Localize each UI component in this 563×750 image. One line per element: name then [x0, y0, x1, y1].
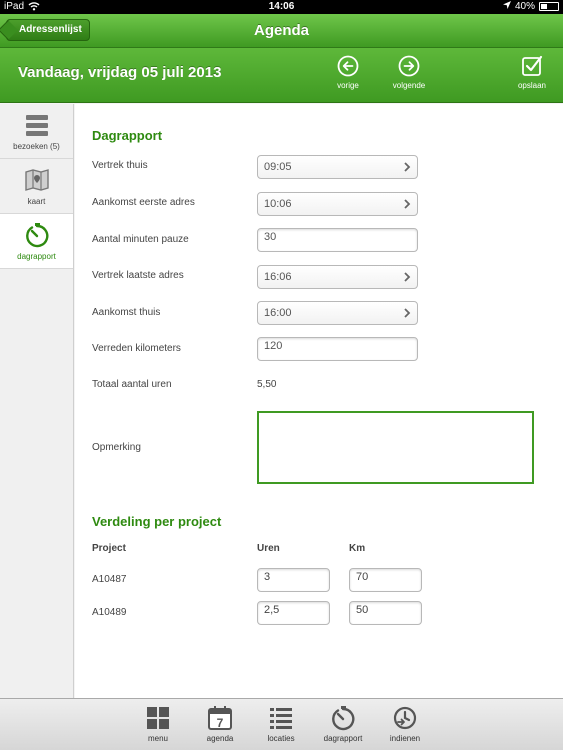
- calendar-icon: 7: [207, 705, 233, 731]
- tab-label: menu: [147, 734, 168, 743]
- vertrek-laatste-adres-picker[interactable]: 16:06: [257, 265, 418, 289]
- sidebar: bezoeken (5) kaart dagrapport: [0, 104, 74, 698]
- field-label-aankomst-eerste-adres: Aankomst eerste adres: [92, 197, 195, 208]
- project-code: A10489: [92, 607, 127, 618]
- date-toolbar: Vandaag, vrijdag 05 juli 2013 vorige vol…: [0, 48, 563, 103]
- field-label-opmerking: Opmerking: [92, 442, 141, 453]
- column-header-km: Km: [349, 543, 366, 554]
- minuten-pauze-input[interactable]: 30: [257, 228, 418, 252]
- column-header-project: Project: [92, 543, 126, 554]
- tab-indienen[interactable]: indienen: [386, 705, 424, 743]
- submit-icon: [392, 705, 418, 731]
- tab-label: agenda: [206, 734, 234, 743]
- tab-agenda[interactable]: 7 agenda: [202, 705, 238, 743]
- sidebar-item-dagrapport[interactable]: dagrapport: [0, 214, 73, 269]
- timer-icon: [330, 705, 356, 731]
- field-value: 70: [356, 571, 369, 583]
- report-title: Dagrapport: [92, 128, 163, 143]
- status-bar: iPad 14:06 40%: [0, 0, 563, 14]
- chevron-right-icon: [402, 307, 412, 319]
- sidebar-item-bezoeken[interactable]: bezoeken (5): [0, 104, 73, 159]
- arrow-left-circle-icon: [337, 55, 359, 77]
- field-value: 120: [264, 340, 283, 352]
- column-header-uren: Uren: [257, 543, 280, 554]
- sidebar-item-label: kaart: [27, 197, 46, 206]
- project-hours-input[interactable]: 2,5: [257, 601, 330, 625]
- field-value: 50: [356, 604, 369, 616]
- map-icon: [24, 167, 50, 193]
- page-title: Agenda: [253, 22, 309, 39]
- grid-icon: [145, 705, 171, 731]
- calendar-day: 7: [217, 716, 224, 730]
- project-km-input[interactable]: 50: [349, 601, 422, 625]
- sidebar-item-label: dagrapport: [17, 252, 56, 261]
- daily-report-panel: Dagrapport Vertrek thuis 09:05 Aankomst …: [75, 104, 563, 698]
- field-value: 2,5: [264, 604, 280, 616]
- field-value: 30: [264, 231, 277, 243]
- battery-percent: 40%: [514, 1, 535, 12]
- sidebar-item-kaart[interactable]: kaart: [0, 159, 73, 214]
- current-date: Vandaag, vrijdag 05 juli 2013: [18, 64, 222, 81]
- save-button[interactable]: opslaan: [512, 55, 552, 90]
- field-value: 09:05: [264, 161, 292, 173]
- previous-label: vorige: [337, 81, 359, 90]
- save-label: opslaan: [517, 81, 547, 90]
- chevron-right-icon: [402, 161, 412, 173]
- location-arrow-icon: [502, 1, 511, 12]
- navigation-bar: Adressenlijst Agenda: [0, 14, 563, 48]
- checkbox-checked-icon: [521, 55, 543, 77]
- field-label-vertrek-thuis: Vertrek thuis: [92, 160, 148, 171]
- chevron-right-icon: [402, 198, 412, 210]
- projects-title: Verdeling per project: [92, 514, 222, 529]
- project-code: A10487: [92, 574, 127, 585]
- project-hours-input[interactable]: 3: [257, 568, 330, 592]
- field-value: 16:06: [264, 271, 292, 283]
- field-value: 3: [264, 571, 271, 583]
- vertrek-thuis-picker[interactable]: 09:05: [257, 155, 418, 179]
- verreden-kilometers-input[interactable]: 120: [257, 337, 418, 361]
- timer-icon: [24, 222, 50, 248]
- field-label-minuten-pauze: Aantal minuten pauze: [92, 234, 189, 245]
- field-label-vertrek-laatste-adres: Vertrek laatste adres: [92, 270, 184, 281]
- field-value: 10:06: [264, 198, 292, 210]
- tab-label: indienen: [389, 734, 421, 743]
- opmerking-textarea[interactable]: [257, 411, 534, 484]
- tab-bar: menu 7 agenda locaties dagrapport indien…: [0, 698, 563, 750]
- tab-locaties[interactable]: locaties: [265, 705, 297, 743]
- tab-label: dagrapport: [323, 734, 363, 743]
- status-time: 14:06: [268, 1, 295, 12]
- battery-fill: [541, 4, 547, 9]
- next-button[interactable]: volgende: [386, 55, 432, 90]
- previous-button[interactable]: vorige: [330, 55, 366, 90]
- next-label: volgende: [392, 81, 426, 90]
- sidebar-item-label: bezoeken (5): [13, 142, 60, 151]
- project-km-input[interactable]: 70: [349, 568, 422, 592]
- field-label-aankomst-thuis: Aankomst thuis: [92, 307, 161, 318]
- aankomst-eerste-adres-picker[interactable]: 10:06: [257, 192, 418, 216]
- list-icon: [268, 705, 294, 731]
- tab-dagrapport[interactable]: dagrapport: [320, 705, 366, 743]
- aankomst-thuis-picker[interactable]: 16:00: [257, 301, 418, 325]
- field-label-totaal-uren: Totaal aantal uren: [92, 379, 172, 390]
- list-icon: [24, 112, 50, 138]
- arrow-right-circle-icon: [398, 55, 420, 77]
- battery-icon: [539, 2, 559, 11]
- tab-label: locaties: [267, 734, 295, 743]
- field-label-verreden-kilometers: Verreden kilometers: [92, 343, 181, 354]
- tab-menu[interactable]: menu: [144, 705, 172, 743]
- totaal-uren-value: 5,50: [257, 379, 277, 390]
- field-value: 16:00: [264, 307, 292, 319]
- chevron-right-icon: [402, 271, 412, 283]
